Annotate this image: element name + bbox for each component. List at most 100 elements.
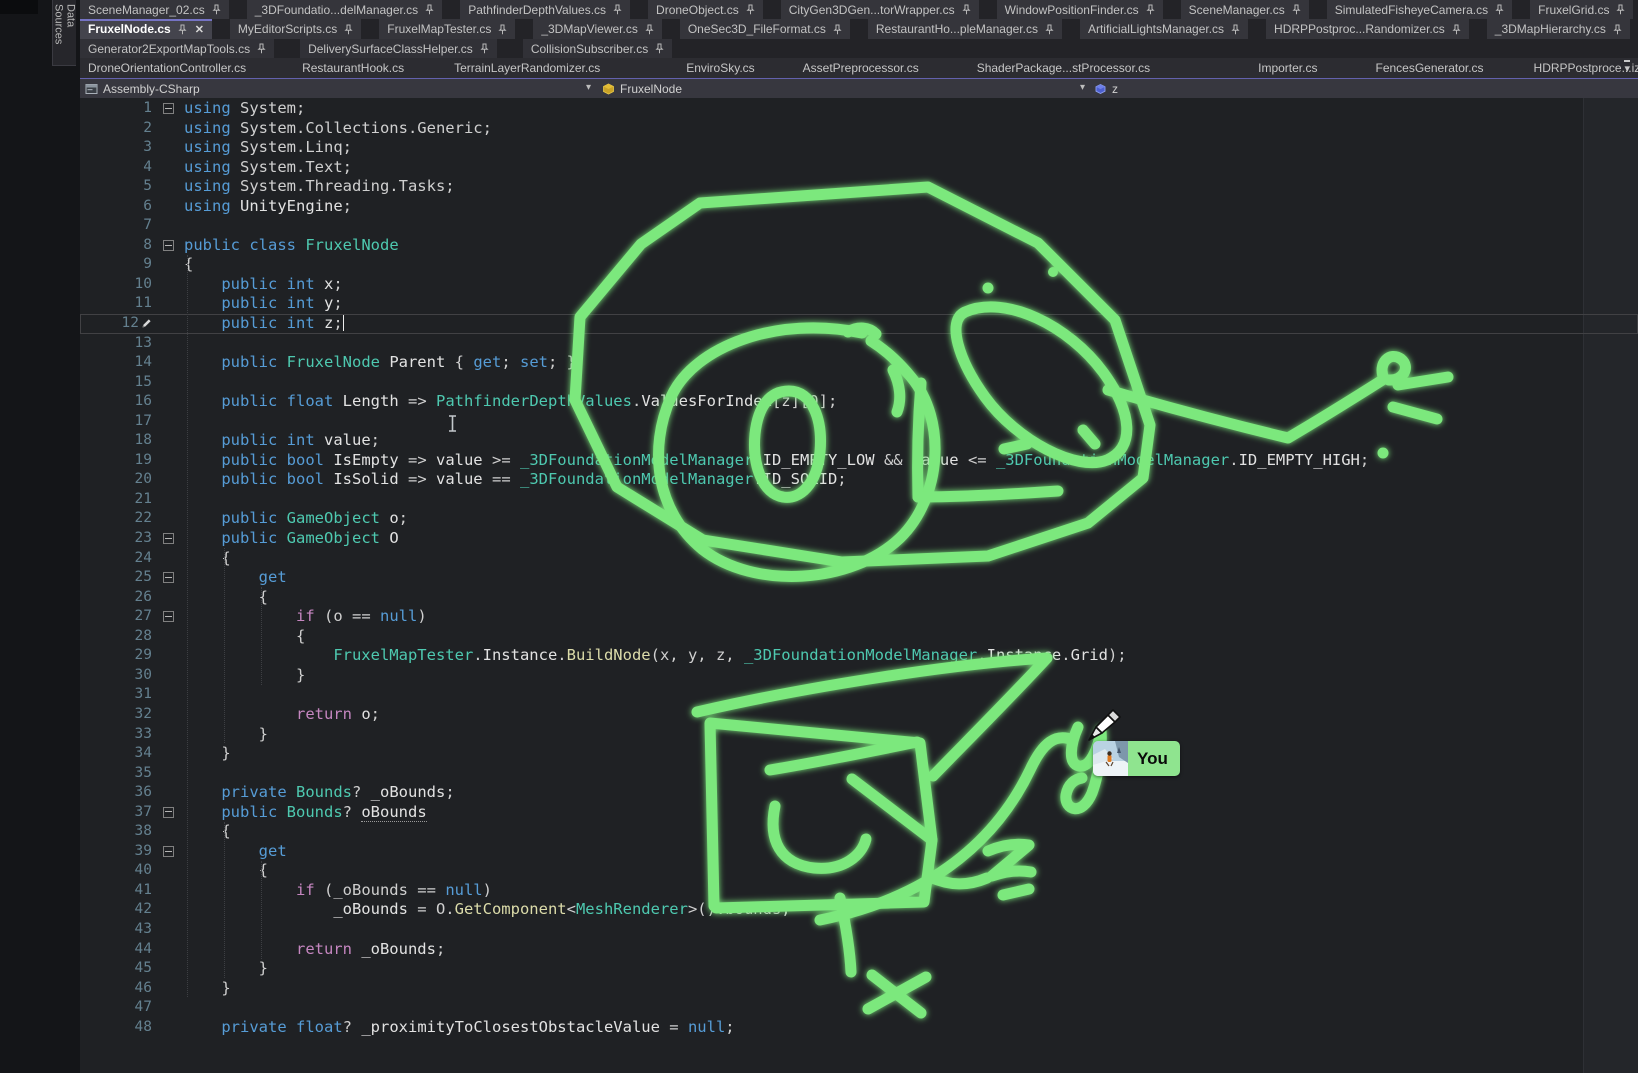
chevron-down-icon[interactable]: ▾ [1080, 82, 1085, 93]
code-line-34[interactable]: 34 } [80, 744, 1638, 764]
code-line-2[interactable]: 2using System.Collections.Generic; [80, 119, 1638, 139]
code-line-46[interactable]: 46 } [80, 979, 1638, 999]
code-line-13[interactable]: 13 [80, 334, 1638, 354]
code-line-3[interactable]: 3using System.Linq; [80, 138, 1638, 158]
code-line-30[interactable]: 30 } [80, 666, 1638, 686]
code-line-17[interactable]: 17 [80, 412, 1638, 432]
fold-margin[interactable] [152, 99, 184, 119]
pin-icon[interactable] [746, 4, 755, 15]
tab-terrainlayerrandomizer-cs[interactable]: TerrainLayerRandomizer.cs [446, 58, 608, 78]
chevron-down-icon[interactable]: ▾ [586, 82, 591, 93]
tab-generator2exportmaptools-cs[interactable]: Generator2ExportMapTools.cs [80, 39, 274, 58]
pin-icon[interactable] [1452, 24, 1461, 35]
tab-pathfinderdepthvalues-cs[interactable]: PathfinderDepthValues.cs [460, 0, 630, 19]
pin-icon[interactable] [1146, 4, 1155, 15]
pin-icon[interactable] [1613, 24, 1622, 35]
tab-citygen3dgen-torwrapper-cs[interactable]: CityGen3DGen...torWrapper.cs [781, 0, 979, 19]
code-line-43[interactable]: 43 [80, 920, 1638, 940]
tab-importer-cs[interactable]: Importer.cs [1250, 58, 1325, 78]
code-line-10[interactable]: 10 public int x; [80, 275, 1638, 295]
code-line-48[interactable]: 48 private float? _proximityToClosestObs… [80, 1018, 1638, 1038]
pin-icon[interactable] [1045, 24, 1054, 35]
pin-icon[interactable] [178, 24, 187, 35]
code-line-11[interactable]: 11 public int y; [80, 294, 1638, 314]
fold-margin[interactable] [152, 568, 184, 588]
tab-hdrppostproce-izereditor-cs[interactable]: HDRPPostproce...izerEditor.cs [1526, 58, 1638, 78]
fold-collapse-icon[interactable] [163, 103, 174, 114]
pin-icon[interactable] [645, 24, 654, 35]
code-line-44[interactable]: 44 return _oBounds; [80, 940, 1638, 960]
code-line-38[interactable]: 38 { [80, 822, 1638, 842]
code-line-28[interactable]: 28 { [80, 627, 1638, 647]
code-line-45[interactable]: 45 } [80, 959, 1638, 979]
fold-collapse-icon[interactable] [163, 240, 174, 251]
tab-scenemanager-cs[interactable]: SceneManager.cs [1181, 0, 1309, 19]
fold-margin[interactable] [152, 607, 184, 627]
fold-margin[interactable] [152, 236, 184, 256]
tab-envirosky-cs[interactable]: EnviroSky.cs [678, 58, 762, 78]
code-line-33[interactable]: 33 } [80, 725, 1638, 745]
code-line-35[interactable]: 35 [80, 764, 1638, 784]
tab-artificiallightsmanager-cs[interactable]: ArtificialLightsManager.cs [1080, 19, 1248, 39]
pin-icon[interactable] [257, 43, 266, 54]
tab-onesec3d-fileformat-cs[interactable]: OneSec3D_FileFormat.cs [680, 19, 850, 39]
code-line-5[interactable]: 5using System.Threading.Tasks; [80, 177, 1638, 197]
tab-hdrppostproc-randomizer-cs[interactable]: HDRPPostproc...Randomizer.cs [1266, 19, 1469, 39]
tab-restauranthook-cs[interactable]: RestaurantHook.cs [294, 58, 412, 78]
pin-icon[interactable] [1616, 4, 1625, 15]
fold-margin[interactable] [152, 842, 184, 862]
fold-margin[interactable] [152, 803, 184, 823]
tab-fruxelmaptester-cs[interactable]: FruxelMapTester.cs [379, 19, 515, 39]
pin-icon[interactable] [1495, 4, 1504, 15]
pin-icon[interactable] [655, 43, 664, 54]
breadcrumb-project[interactable]: Assembly-CSharp [85, 79, 200, 98]
tab--3dmaphierarchy-cs[interactable]: _3DMapHierarchy.cs [1487, 19, 1630, 39]
sidebar-tab-data-sources[interactable]: Data Sources [52, 0, 76, 66]
code-line-40[interactable]: 40 { [80, 861, 1638, 881]
code-line-15[interactable]: 15 [80, 373, 1638, 393]
tab-myeditorscripts-cs[interactable]: MyEditorScripts.cs [230, 19, 361, 39]
pin-icon[interactable] [212, 4, 221, 15]
code-line-14[interactable]: 14 public FruxelNode Parent { get; set; … [80, 353, 1638, 373]
fold-collapse-icon[interactable] [163, 807, 174, 818]
code-line-39[interactable]: 39 get [80, 842, 1638, 862]
code-line-41[interactable]: 41 if (_oBounds == null) [80, 881, 1638, 901]
pin-icon[interactable] [1292, 4, 1301, 15]
tab-restaurantho-plemanager-cs[interactable]: RestaurantHo...pleManager.cs [868, 19, 1062, 39]
pin-icon[interactable] [833, 24, 842, 35]
code-line-18[interactable]: 18 public int value; [80, 431, 1638, 451]
tab-fencesgenerator-cs[interactable]: FencesGenerator.cs [1367, 58, 1491, 78]
pin-icon[interactable] [480, 43, 489, 54]
fold-collapse-icon[interactable] [163, 611, 174, 622]
pin-icon[interactable] [1231, 24, 1240, 35]
tab--3dfoundatio-delmanager-cs[interactable]: _3DFoundatio...delManager.cs [247, 0, 442, 19]
breadcrumb-type[interactable]: FruxelNode [602, 79, 682, 98]
fold-collapse-icon[interactable] [163, 572, 174, 583]
code-line-4[interactable]: 4using System.Text; [80, 158, 1638, 178]
code-line-19[interactable]: 19 public bool IsEmpty => value >= _3DFo… [80, 451, 1638, 471]
code-line-22[interactable]: 22 public GameObject o; [80, 509, 1638, 529]
tab-assetpreprocessor-cs[interactable]: AssetPreprocessor.cs [795, 58, 927, 78]
code-line-32[interactable]: 32 return o; [80, 705, 1638, 725]
tab-fruxelnode-cs[interactable]: FruxelNode.cs✕ [80, 19, 212, 39]
pin-icon[interactable] [613, 4, 622, 15]
pin-icon[interactable] [498, 24, 507, 35]
code-line-37[interactable]: 37 public Bounds? oBounds [80, 803, 1638, 823]
code-line-25[interactable]: 25 get [80, 568, 1638, 588]
code-line-36[interactable]: 36 private Bounds? _oBounds; [80, 783, 1638, 803]
tab-droneobject-cs[interactable]: DroneObject.cs [648, 0, 763, 19]
code-line-31[interactable]: 31 [80, 685, 1638, 705]
code-line-29[interactable]: 29 FruxelMapTester.Instance.BuildNode(x,… [80, 646, 1638, 666]
code-line-21[interactable]: 21 [80, 490, 1638, 510]
tab-overflow-button[interactable]: ▾ [1624, 60, 1630, 77]
code-line-26[interactable]: 26 { [80, 588, 1638, 608]
fold-collapse-icon[interactable] [163, 533, 174, 544]
tab-scenemanager-02-cs[interactable]: SceneManager_02.cs [80, 0, 229, 19]
fold-collapse-icon[interactable] [163, 846, 174, 857]
close-icon[interactable]: ✕ [195, 23, 204, 36]
pin-icon[interactable] [425, 4, 434, 15]
code-editor[interactable]: 1using System;2using System.Collections.… [80, 98, 1638, 1073]
code-line-47[interactable]: 47 [80, 998, 1638, 1018]
pin-icon[interactable] [962, 4, 971, 15]
code-line-42[interactable]: 42 _oBounds = O.GetComponent<MeshRendere… [80, 900, 1638, 920]
